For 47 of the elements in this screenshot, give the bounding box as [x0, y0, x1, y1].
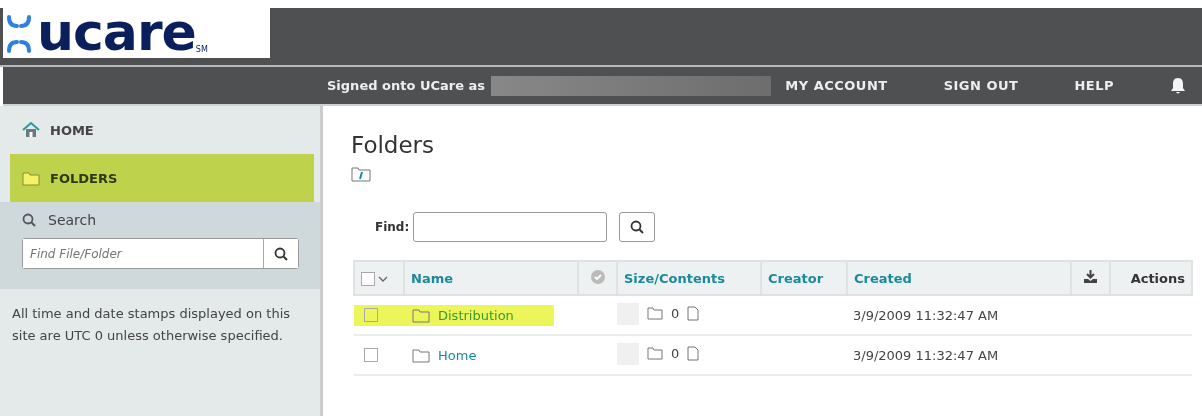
- column-header[interactable]: Created: [847, 261, 1071, 295]
- folder-icon: [412, 307, 430, 323]
- select-all-checkbox[interactable]: [361, 271, 375, 286]
- home-icon: [22, 122, 40, 138]
- service-mark: SM: [195, 45, 208, 54]
- table-cell: 3/9/2009 11:32:47 AM: [847, 335, 1071, 375]
- file-count: 0: [671, 306, 680, 321]
- table-cell: 3/9/2009 11:32:47 AM: [847, 295, 1071, 335]
- nav-link[interactable]: SIGN OUT: [943, 78, 1019, 93]
- search-icon: [630, 220, 645, 234]
- find-label: Find:: [375, 220, 410, 234]
- sidebar-item[interactable]: FOLDERS: [10, 154, 314, 202]
- file-icon: [687, 306, 700, 321]
- search-label: Search: [48, 212, 97, 228]
- check-circle-icon: [590, 269, 605, 284]
- nav-link[interactable]: MY ACCOUNT: [785, 78, 888, 93]
- chevron-down-icon[interactable]: [378, 276, 388, 283]
- nav-link[interactable]: HELP: [1074, 78, 1114, 93]
- timezone-note: All time and date stamps displayed on this site are UTC 0 unless otherwise specified.: [12, 305, 292, 345]
- logo-icon: [7, 15, 31, 53]
- folder-icon: [412, 347, 430, 363]
- folder-link[interactable]: Distribution: [438, 307, 514, 323]
- download-icon[interactable]: [1084, 270, 1097, 283]
- signed-in-text: Signed onto UCare as: [327, 78, 486, 93]
- search-button[interactable]: [619, 212, 656, 242]
- row-checkbox[interactable]: [364, 308, 378, 322]
- bell-icon[interactable]: [1170, 76, 1186, 95]
- column-header: Actions: [1110, 261, 1192, 295]
- search-button[interactable]: [263, 239, 298, 268]
- folder-link[interactable]: Home: [438, 347, 477, 363]
- find-field[interactable]: [413, 212, 608, 242]
- search-icon: [22, 213, 36, 227]
- folder-icon: [647, 307, 663, 320]
- row-checkbox[interactable]: [364, 348, 378, 362]
- search-icon: [274, 246, 288, 261]
- folder-icon[interactable]: [351, 166, 371, 182]
- page-title: Folders: [351, 132, 436, 158]
- column-header[interactable]: Creator: [761, 261, 847, 295]
- folder-icon: [22, 170, 40, 186]
- logo-text: ucare: [37, 8, 196, 56]
- file-icon: [687, 346, 700, 361]
- column-header[interactable]: Size/Contents: [617, 261, 761, 295]
- sidebar-item[interactable]: HOME: [0, 106, 320, 154]
- search-field[interactable]: Find File/Folder: [22, 238, 299, 269]
- file-count: 0: [671, 346, 680, 361]
- folder-icon: [647, 347, 663, 360]
- column-header[interactable]: Name: [404, 261, 578, 295]
